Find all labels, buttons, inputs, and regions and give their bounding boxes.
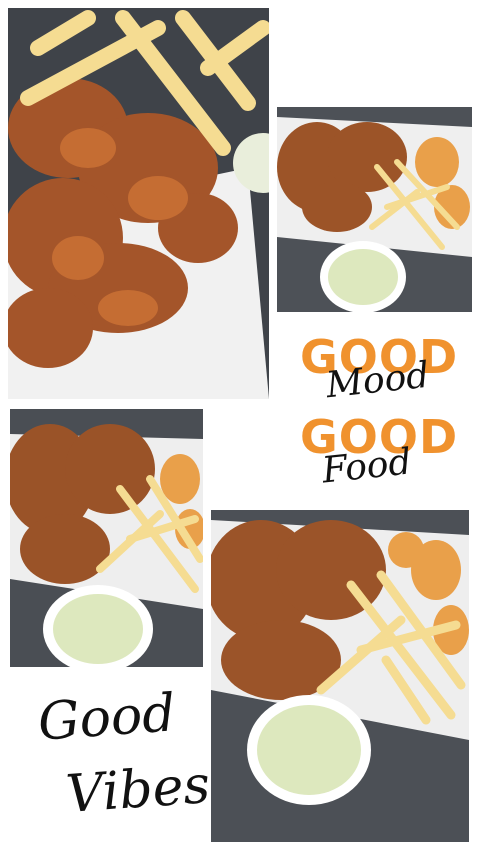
photo-chicken-fries-closeup [8, 8, 269, 399]
photo-tray-large [211, 510, 469, 842]
vibes-vibes: Vibes [64, 755, 212, 825]
photo-tray-with-sauce [277, 107, 472, 312]
vibes-good: Good [36, 683, 178, 753]
slogan-food: Food [320, 441, 414, 492]
photo-tray-angled [10, 409, 203, 667]
